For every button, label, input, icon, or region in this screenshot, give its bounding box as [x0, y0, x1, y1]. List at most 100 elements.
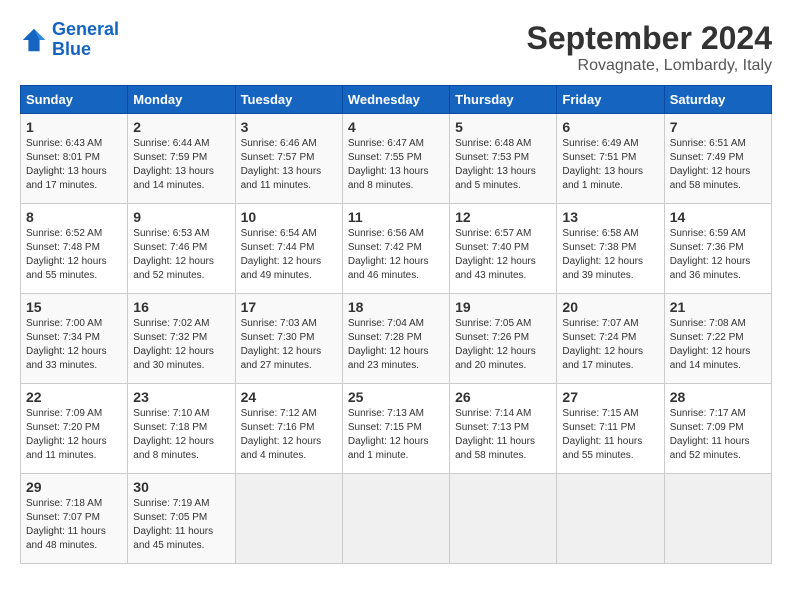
calendar-cell: 4 Sunrise: 6:47 AM Sunset: 7:55 PM Dayli… [342, 114, 449, 204]
calendar-cell: 17 Sunrise: 7:03 AM Sunset: 7:30 PM Dayl… [235, 294, 342, 384]
calendar-row: 22 Sunrise: 7:09 AM Sunset: 7:20 PM Dayl… [21, 384, 772, 474]
day-number: 26 [455, 389, 551, 405]
day-info: Sunrise: 7:05 AM Sunset: 7:26 PM Dayligh… [455, 317, 551, 373]
day-info: Sunrise: 7:13 AM Sunset: 7:15 PM Dayligh… [348, 407, 444, 463]
day-info: Sunrise: 6:47 AM Sunset: 7:55 PM Dayligh… [348, 137, 444, 193]
day-number: 17 [241, 299, 337, 315]
calendar-cell: 9 Sunrise: 6:53 AM Sunset: 7:46 PM Dayli… [128, 204, 235, 294]
calendar-cell: 29 Sunrise: 7:18 AM Sunset: 7:07 PM Dayl… [21, 474, 128, 564]
day-info: Sunrise: 7:00 AM Sunset: 7:34 PM Dayligh… [26, 317, 122, 373]
day-number: 30 [133, 479, 229, 495]
col-header-saturday: Saturday [664, 86, 771, 114]
calendar-cell: 20 Sunrise: 7:07 AM Sunset: 7:24 PM Dayl… [557, 294, 664, 384]
col-header-thursday: Thursday [450, 86, 557, 114]
title-block: September 2024 Rovagnate, Lombardy, Ital… [527, 20, 772, 75]
calendar-cell: 30 Sunrise: 7:19 AM Sunset: 7:05 PM Dayl… [128, 474, 235, 564]
logo-text: General Blue [52, 20, 119, 60]
calendar-cell: 22 Sunrise: 7:09 AM Sunset: 7:20 PM Dayl… [21, 384, 128, 474]
calendar-cell: 19 Sunrise: 7:05 AM Sunset: 7:26 PM Dayl… [450, 294, 557, 384]
logo: General Blue [20, 20, 119, 60]
page-header: General Blue September 2024 Rovagnate, L… [20, 20, 772, 75]
col-header-tuesday: Tuesday [235, 86, 342, 114]
column-headers: SundayMondayTuesdayWednesdayThursdayFrid… [21, 86, 772, 114]
calendar-cell [664, 474, 771, 564]
day-info: Sunrise: 7:12 AM Sunset: 7:16 PM Dayligh… [241, 407, 337, 463]
day-info: Sunrise: 6:51 AM Sunset: 7:49 PM Dayligh… [670, 137, 766, 193]
day-info: Sunrise: 7:19 AM Sunset: 7:05 PM Dayligh… [133, 497, 229, 553]
day-number: 14 [670, 209, 766, 225]
day-number: 23 [133, 389, 229, 405]
calendar-cell: 8 Sunrise: 6:52 AM Sunset: 7:48 PM Dayli… [21, 204, 128, 294]
day-number: 6 [562, 119, 658, 135]
calendar-row: 15 Sunrise: 7:00 AM Sunset: 7:34 PM Dayl… [21, 294, 772, 384]
calendar-cell: 21 Sunrise: 7:08 AM Sunset: 7:22 PM Dayl… [664, 294, 771, 384]
day-info: Sunrise: 7:02 AM Sunset: 7:32 PM Dayligh… [133, 317, 229, 373]
calendar-cell: 13 Sunrise: 6:58 AM Sunset: 7:38 PM Dayl… [557, 204, 664, 294]
calendar-cell: 5 Sunrise: 6:48 AM Sunset: 7:53 PM Dayli… [450, 114, 557, 204]
day-info: Sunrise: 6:54 AM Sunset: 7:44 PM Dayligh… [241, 227, 337, 283]
day-info: Sunrise: 7:04 AM Sunset: 7:28 PM Dayligh… [348, 317, 444, 373]
calendar-cell: 14 Sunrise: 6:59 AM Sunset: 7:36 PM Dayl… [664, 204, 771, 294]
day-info: Sunrise: 7:14 AM Sunset: 7:13 PM Dayligh… [455, 407, 551, 463]
day-info: Sunrise: 7:10 AM Sunset: 7:18 PM Dayligh… [133, 407, 229, 463]
calendar-cell: 15 Sunrise: 7:00 AM Sunset: 7:34 PM Dayl… [21, 294, 128, 384]
calendar-cell: 25 Sunrise: 7:13 AM Sunset: 7:15 PM Dayl… [342, 384, 449, 474]
day-number: 16 [133, 299, 229, 315]
calendar-cell: 27 Sunrise: 7:15 AM Sunset: 7:11 PM Dayl… [557, 384, 664, 474]
calendar-cell: 3 Sunrise: 6:46 AM Sunset: 7:57 PM Dayli… [235, 114, 342, 204]
day-number: 19 [455, 299, 551, 315]
calendar-cell: 10 Sunrise: 6:54 AM Sunset: 7:44 PM Dayl… [235, 204, 342, 294]
calendar-cell [450, 474, 557, 564]
day-number: 20 [562, 299, 658, 315]
day-number: 7 [670, 119, 766, 135]
col-header-wednesday: Wednesday [342, 86, 449, 114]
day-number: 4 [348, 119, 444, 135]
day-info: Sunrise: 7:09 AM Sunset: 7:20 PM Dayligh… [26, 407, 122, 463]
day-number: 3 [241, 119, 337, 135]
calendar-cell: 12 Sunrise: 6:57 AM Sunset: 7:40 PM Dayl… [450, 204, 557, 294]
day-number: 9 [133, 209, 229, 225]
day-number: 10 [241, 209, 337, 225]
calendar-row: 1 Sunrise: 6:43 AM Sunset: 8:01 PM Dayli… [21, 114, 772, 204]
calendar-cell: 1 Sunrise: 6:43 AM Sunset: 8:01 PM Dayli… [21, 114, 128, 204]
calendar-cell: 11 Sunrise: 6:56 AM Sunset: 7:42 PM Dayl… [342, 204, 449, 294]
day-info: Sunrise: 7:03 AM Sunset: 7:30 PM Dayligh… [241, 317, 337, 373]
day-info: Sunrise: 7:07 AM Sunset: 7:24 PM Dayligh… [562, 317, 658, 373]
calendar-cell: 6 Sunrise: 6:49 AM Sunset: 7:51 PM Dayli… [557, 114, 664, 204]
calendar-cell: 24 Sunrise: 7:12 AM Sunset: 7:16 PM Dayl… [235, 384, 342, 474]
calendar-row: 29 Sunrise: 7:18 AM Sunset: 7:07 PM Dayl… [21, 474, 772, 564]
day-info: Sunrise: 7:17 AM Sunset: 7:09 PM Dayligh… [670, 407, 766, 463]
day-info: Sunrise: 7:15 AM Sunset: 7:11 PM Dayligh… [562, 407, 658, 463]
calendar-cell: 18 Sunrise: 7:04 AM Sunset: 7:28 PM Dayl… [342, 294, 449, 384]
calendar-cell [557, 474, 664, 564]
col-header-friday: Friday [557, 86, 664, 114]
day-number: 12 [455, 209, 551, 225]
day-number: 27 [562, 389, 658, 405]
day-info: Sunrise: 7:08 AM Sunset: 7:22 PM Dayligh… [670, 317, 766, 373]
day-info: Sunrise: 6:48 AM Sunset: 7:53 PM Dayligh… [455, 137, 551, 193]
day-info: Sunrise: 6:49 AM Sunset: 7:51 PM Dayligh… [562, 137, 658, 193]
logo-icon [20, 26, 48, 54]
day-number: 21 [670, 299, 766, 315]
calendar-cell [342, 474, 449, 564]
day-number: 15 [26, 299, 122, 315]
calendar-table: SundayMondayTuesdayWednesdayThursdayFrid… [20, 85, 772, 564]
day-info: Sunrise: 6:43 AM Sunset: 8:01 PM Dayligh… [26, 137, 122, 193]
day-number: 1 [26, 119, 122, 135]
day-number: 11 [348, 209, 444, 225]
month-title: September 2024 [527, 20, 772, 57]
calendar-cell: 23 Sunrise: 7:10 AM Sunset: 7:18 PM Dayl… [128, 384, 235, 474]
col-header-sunday: Sunday [21, 86, 128, 114]
day-number: 28 [670, 389, 766, 405]
calendar-cell: 7 Sunrise: 6:51 AM Sunset: 7:49 PM Dayli… [664, 114, 771, 204]
calendar-row: 8 Sunrise: 6:52 AM Sunset: 7:48 PM Dayli… [21, 204, 772, 294]
day-info: Sunrise: 6:59 AM Sunset: 7:36 PM Dayligh… [670, 227, 766, 283]
calendar-cell: 26 Sunrise: 7:14 AM Sunset: 7:13 PM Dayl… [450, 384, 557, 474]
day-number: 2 [133, 119, 229, 135]
day-number: 8 [26, 209, 122, 225]
day-number: 18 [348, 299, 444, 315]
day-number: 13 [562, 209, 658, 225]
day-info: Sunrise: 7:18 AM Sunset: 7:07 PM Dayligh… [26, 497, 122, 553]
day-number: 29 [26, 479, 122, 495]
calendar-cell [235, 474, 342, 564]
